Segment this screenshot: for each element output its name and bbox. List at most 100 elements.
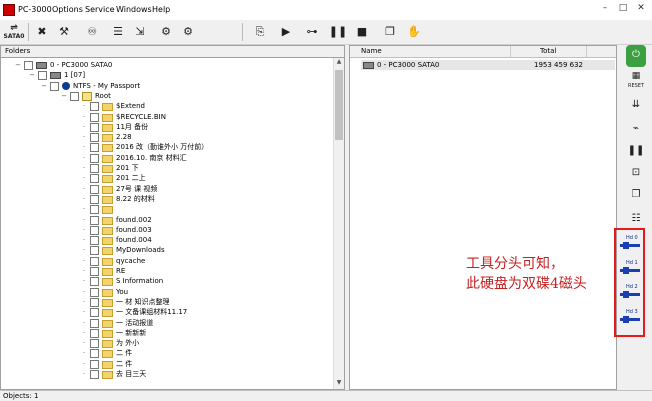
tree-node[interactable]: − Root [61,91,111,101]
tree-checkbox[interactable] [90,102,99,112]
stop-icon[interactable]: ■ [352,23,372,41]
collapse-icon[interactable]: − [15,60,21,70]
tree-checkbox[interactable] [70,91,79,101]
tree-icon[interactable]: ⊶ [302,23,322,41]
tree-node[interactable]: · You [81,287,128,297]
tree-node[interactable]: · 去 目三天 [81,369,146,379]
collapse-icon[interactable]: − [29,70,35,80]
export-icon[interactable]: ⇲ [130,23,150,41]
pause-icon[interactable]: ❚❚ [328,23,348,41]
tree-node[interactable]: · found.003 [81,225,152,235]
copy-side-icon[interactable]: ❐ [626,185,646,205]
column-total[interactable]: Total [540,47,556,55]
tree-checkbox[interactable] [90,174,99,184]
list-item[interactable]: 0 - PC3000 SATA0 1953 459 632 [361,60,615,70]
tree-node[interactable]: · 8.22 的材料 [81,194,155,204]
tree-node[interactable]: · 一 活动报道 [81,318,153,328]
tree-checkbox[interactable] [90,215,99,225]
tree-node[interactable]: · 一 新新新 [81,328,146,338]
tree-checkbox[interactable] [90,225,99,235]
heads-icon[interactable]: ☷ [626,209,646,229]
terminal-icon[interactable]: ⊡ [626,163,646,183]
collapse-icon[interactable]: − [61,91,67,101]
power-icon[interactable]: ⏻ [626,45,646,67]
tree-checkbox[interactable] [38,71,47,81]
tree-node[interactable]: · 201 下 [81,163,139,173]
tree-node[interactable]: · 一 材 知识点整理 [81,297,169,307]
tree-checkbox[interactable] [90,277,99,287]
tree-checkbox[interactable] [90,267,99,276]
tree-checkbox[interactable] [90,359,99,369]
tree-node[interactable]: · 一 文备课组材料11.17 [81,307,187,318]
column-divider[interactable] [586,46,587,57]
probe-icon[interactable]: ⌁ [626,119,646,139]
menu-help[interactable]: Help [152,5,170,14]
reset-button[interactable]: ▦ RESET [626,71,646,91]
minimize-icon[interactable]: – [596,3,614,16]
tree-checkbox[interactable] [90,184,99,194]
copy-icon[interactable]: ❐ [380,23,400,41]
tree-node[interactable]: · RE [81,266,125,276]
tool-icon[interactable]: ✖ [32,23,52,41]
tree-node[interactable]: · found.004 [81,235,152,246]
sata-port-button[interactable]: ⇌ SATA0 [3,23,25,41]
tree-node[interactable]: · 2016 改（勤谁外小 万付前） [81,142,208,153]
pause-side-icon[interactable]: ❚❚ [626,141,646,161]
exit-icon[interactable]: ⎘ [250,23,270,41]
binoculars-icon[interactable]: ♾ [82,23,102,41]
tree-node[interactable]: · 27号 课 视频 [81,184,157,194]
tree-checkbox[interactable] [50,81,59,91]
scroll-down-icon[interactable]: ▼ [334,379,344,389]
tree-node[interactable]: · 为 外小 [81,338,139,349]
wrench-icon[interactable]: ⚒ [54,23,74,41]
tree-node[interactable]: · found.002 [81,215,152,225]
tree-checkbox[interactable] [90,297,99,307]
tree-checkbox[interactable] [90,143,99,153]
tree-checkbox[interactable] [90,308,99,318]
tree-checkbox[interactable] [90,133,99,143]
collapse-icon[interactable]: − [41,81,47,91]
tree-checkbox[interactable] [90,256,99,266]
tree-checkbox[interactable] [90,112,99,122]
tree-node[interactable]: − 1 [07] [29,70,85,81]
scroll-up-icon[interactable]: ▲ [334,58,344,68]
tree-node[interactable]: · 2.28 [81,132,132,143]
maximize-icon[interactable]: □ [614,3,632,16]
tree-node[interactable]: · 二 件 [81,348,132,359]
tree-checkbox[interactable] [90,287,99,297]
tree-checkbox[interactable] [90,349,99,359]
tree-checkbox[interactable] [90,194,99,204]
play-icon[interactable]: ▶ [276,23,296,41]
tree-node[interactable]: · S Information [81,276,163,287]
folders-scrollbar[interactable]: ▲ ▼ [333,58,344,389]
tree-checkbox[interactable] [24,61,33,70]
tree-node[interactable]: · [81,204,116,215]
tree-checkbox[interactable] [90,164,99,173]
tree-checkbox[interactable] [90,339,99,349]
menu-windows[interactable]: Windows [116,5,152,14]
tree-node[interactable]: · 二 件 [81,359,132,369]
tree-node[interactable]: · $RECYCLE.BIN [81,112,166,122]
head-2-button[interactable]: Hd 2 [620,284,642,304]
head-1-button[interactable]: Hd 1 [620,260,642,280]
scroll-thumb[interactable] [335,70,343,140]
close-icon[interactable]: ✕ [632,3,650,16]
column-divider[interactable] [510,46,511,57]
register-icon[interactable]: ⇊ [626,95,646,115]
tree-node[interactable]: − NTFS - My Passport [41,81,140,91]
tree-checkbox[interactable] [90,328,99,338]
tree-node[interactable]: · MyDownloads [81,245,165,256]
column-name[interactable]: Name [361,47,382,55]
gear-pair-icon[interactable]: ⚙ [178,23,198,41]
gear-icon[interactable]: ⚙ [156,23,176,41]
tree-node[interactable]: · $Extend [81,101,145,112]
stack-icon[interactable]: ☰ [108,23,128,41]
tree-checkbox[interactable] [90,122,99,132]
hand-icon[interactable]: ✋ [404,23,424,41]
tree-checkbox[interactable] [90,246,99,256]
tree-checkbox[interactable] [90,236,99,246]
tree-node[interactable]: · 2016.10. 南京 材料汇 [81,153,187,163]
head-0-button[interactable]: Hd 0 [620,235,642,255]
tree-node[interactable]: · 11月 备份 [81,122,148,132]
tree-checkbox[interactable] [90,370,99,379]
